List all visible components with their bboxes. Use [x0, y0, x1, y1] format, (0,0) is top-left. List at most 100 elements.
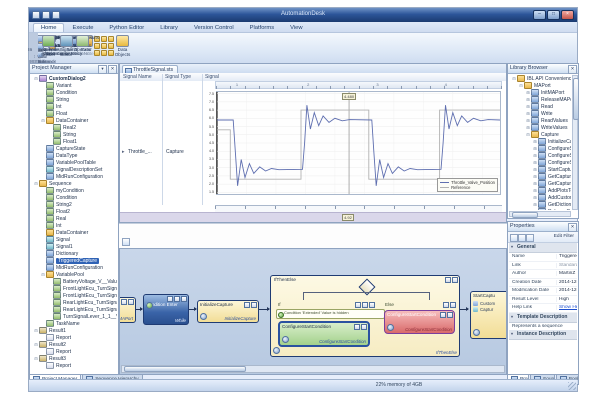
tab-home[interactable]: Home — [33, 23, 64, 32]
property-row-help-link[interactable]: Help LinkShow HelpDesk — [509, 304, 577, 313]
property-row-author[interactable]: AuthorMartinZ — [509, 270, 577, 279]
library-item-getcapturestate[interactable]: ⊞GetCaptureState — [509, 173, 571, 180]
library-item-configurestopcondition[interactable]: ⊞ConfigureStopCondition — [509, 152, 571, 159]
project-item-capturestate[interactable]: CaptureState — [31, 145, 117, 152]
tab-library[interactable]: Library — [152, 23, 186, 32]
project-item-float2[interactable]: Float2 — [31, 208, 117, 215]
close-icon[interactable]: ✕ — [108, 65, 117, 74]
block-initializecapture[interactable]: InitializeCapture InitializeCapture — [197, 300, 259, 323]
project-item-condition[interactable]: Condition — [31, 89, 117, 96]
project-item-datatype[interactable]: DataType — [31, 152, 117, 159]
data-object-icon[interactable] — [108, 43, 114, 49]
property-row-creation-date[interactable]: Creation Date2014-12-08 10:23 — [509, 279, 577, 288]
project-item-rearlightecu-turnsignalright[interactable]: RearLightEcu_TurnSignalRight — [31, 306, 117, 313]
scrollbar-thumb[interactable] — [124, 366, 246, 372]
project-item-sequence[interactable]: ⊟Sequence — [31, 180, 117, 187]
project-item-result1[interactable]: ⊟Result1 — [31, 327, 117, 334]
resize-grip-icon[interactable] — [568, 382, 576, 390]
alphabetical-icon[interactable] — [518, 234, 526, 242]
data-object-icon[interactable] — [108, 36, 114, 42]
scrollbar-thumb[interactable] — [512, 212, 538, 218]
library-item-initmaport[interactable]: ⊞InitMAPort — [509, 89, 571, 96]
data-object-icon[interactable] — [101, 50, 107, 56]
library-item-releasecapture[interactable]: ⊞ReleaseCapture — [509, 208, 571, 210]
signal-row[interactable]: ▸ Throttle_... Capture — [122, 149, 152, 155]
library-item-addcustomplotstoreport[interactable]: ⊞AddCustomPlotsToReport — [509, 194, 571, 201]
categorize-icon[interactable] — [510, 234, 518, 242]
block-configurestartcondition-else[interactable]: ConfigureStartCondition ConfigureStartCo… — [384, 310, 455, 334]
project-item-string[interactable]: String — [31, 96, 117, 103]
project-item-signal[interactable]: Signal — [31, 236, 117, 243]
library-hscrollbar[interactable] — [509, 211, 571, 217]
property-row-name[interactable]: NameTriggeredCapture — [509, 253, 577, 262]
tab-execute[interactable]: Execute — [64, 23, 101, 32]
plot-area[interactable]: 7.57.06.56.05.55.04.54.03.53.02.52.01.5 … — [216, 91, 501, 195]
project-item-variablepooltable[interactable]: VariablePoolTable — [31, 159, 117, 166]
project-item-float1[interactable]: Float1 — [31, 138, 117, 145]
project-item-frontlightecu-turnsignalleft[interactable]: FrontLightEcu_TurnSignalLeft — [31, 285, 117, 292]
library-item-initializecapture[interactable]: ⊞InitializeCapture — [509, 138, 571, 145]
library-item-releasemaport[interactable]: ⊞ReleaseMAPort — [509, 96, 571, 103]
data-object-icon[interactable] — [94, 50, 100, 56]
row-expander-icon[interactable]: ▸ — [122, 149, 125, 155]
project-item-signaldescriptionset[interactable]: SignalDescriptionSet — [31, 166, 117, 173]
block-ifthenelse[interactable]: IfThenElse If Condition 'Extended' Value… — [270, 275, 460, 357]
library-item-write[interactable]: ⊞Write — [509, 110, 571, 117]
if-condition-bar[interactable]: Condition 'Extended' Value is hidden — [276, 309, 385, 319]
project-item-signal1[interactable]: Signal1 — [31, 243, 117, 250]
project-item-dictionary[interactable]: Dictionary — [31, 250, 117, 257]
project-item-triggeredcapture[interactable]: TriggeredCapture — [31, 257, 117, 264]
data-object-icon[interactable] — [101, 36, 107, 42]
library-item-readvalues[interactable]: ⊞ReadValues — [509, 117, 571, 124]
filter-icon[interactable] — [122, 238, 130, 246]
library-item-writevalues[interactable]: ⊞WriteValues — [509, 124, 571, 131]
library-item-capture[interactable]: ⊟Capture — [509, 131, 571, 138]
library-item-configurestartcondition[interactable]: ⊞ConfigureStartCondition — [509, 145, 571, 152]
project-item-midrunconfiguration[interactable]: MidRunConfiguration — [31, 173, 117, 180]
project-item-datacontainer[interactable]: ⊟DataContainer — [31, 117, 117, 124]
minimize-button[interactable]: – — [533, 10, 546, 20]
project-item-int[interactable]: Int — [31, 103, 117, 110]
project-item-variablepool[interactable]: ⊟VariablePool — [31, 271, 117, 278]
tab-python-editor[interactable]: Python Editor — [101, 23, 152, 32]
project-item-report[interactable]: Report — [31, 348, 117, 355]
project-item-mycondition[interactable]: myCondition — [31, 187, 117, 194]
sequence-flowchart-canvas[interactable]: APort InitMAPort Condition Enter While I… — [119, 248, 507, 375]
project-item-report[interactable]: Report — [31, 334, 117, 341]
column-signal-name[interactable]: Signal Name — [123, 74, 152, 80]
data-object-icon[interactable] — [108, 50, 114, 56]
column-signal-type[interactable]: Signal Type — [165, 74, 191, 80]
project-item-midrunconfiguration[interactable]: MidRunConfiguration — [31, 264, 117, 271]
block-while[interactable]: Condition Enter While — [143, 294, 189, 325]
library-item-ibl-api-convenience[interactable]: ⊟IBL API Convenience — [509, 75, 571, 82]
project-item-float[interactable]: Float — [31, 110, 117, 117]
project-item-string[interactable]: String — [31, 131, 117, 138]
project-item-customdialog2[interactable]: ⊟CustomDialog2 — [31, 75, 117, 82]
project-item-rearlightecu-turnsignalleft[interactable]: RearLightEcu_TurnSignalLeft — [31, 299, 117, 306]
project-item-condition[interactable]: Condition — [31, 194, 117, 201]
library-item-getdictionaryfromcapture[interactable]: ⊞GetDictionaryFromCapture — [509, 201, 571, 208]
project-item-real[interactable]: Real — [31, 215, 117, 222]
block-configurestartcondition-if[interactable]: ConfigureStartCondition ConfigureStartCo… — [278, 321, 370, 347]
project-item-taskname[interactable]: TaskName — [31, 320, 117, 327]
library-item-getcaptureresult[interactable]: ⊞GetCaptureResult — [509, 180, 571, 187]
property-category-general[interactable]: General — [509, 243, 577, 253]
library-item-addplotstoreport[interactable]: ⊞AddPlotsToReport — [509, 187, 571, 194]
flowchart-hscrollbar[interactable] — [121, 365, 505, 373]
pin-icon[interactable]: ▾ — [98, 65, 107, 74]
library-item-maport[interactable]: ⊟MAPort — [509, 82, 571, 89]
project-item-frontlightecu-turnsignalright[interactable]: FrontLightEcu_TurnSignalRight — [31, 292, 117, 299]
close-icon[interactable]: ✕ — [568, 223, 577, 232]
property-row-link[interactable]: LinkStandard Sequence — [509, 262, 577, 271]
project-item-datacontainer[interactable]: DataContainer — [31, 229, 117, 236]
library-item-read[interactable]: ⊞Read — [509, 103, 571, 110]
cursor-value-bottom[interactable]: 4.92 — [342, 214, 354, 221]
tab-version-control[interactable]: Version Control — [186, 23, 242, 32]
splitter-strip[interactable] — [119, 223, 507, 250]
project-item-report[interactable]: Report — [31, 362, 117, 369]
property-row-modification-date[interactable]: Modification Date2014-12-15 11:52 — [509, 287, 577, 296]
filter-icon[interactable] — [526, 234, 534, 242]
project-item-string2[interactable]: String2 — [31, 201, 117, 208]
signal-editor-button[interactable]: Signal Editor — [60, 34, 73, 58]
property-category-instance-description[interactable]: Instance Description — [509, 330, 577, 340]
